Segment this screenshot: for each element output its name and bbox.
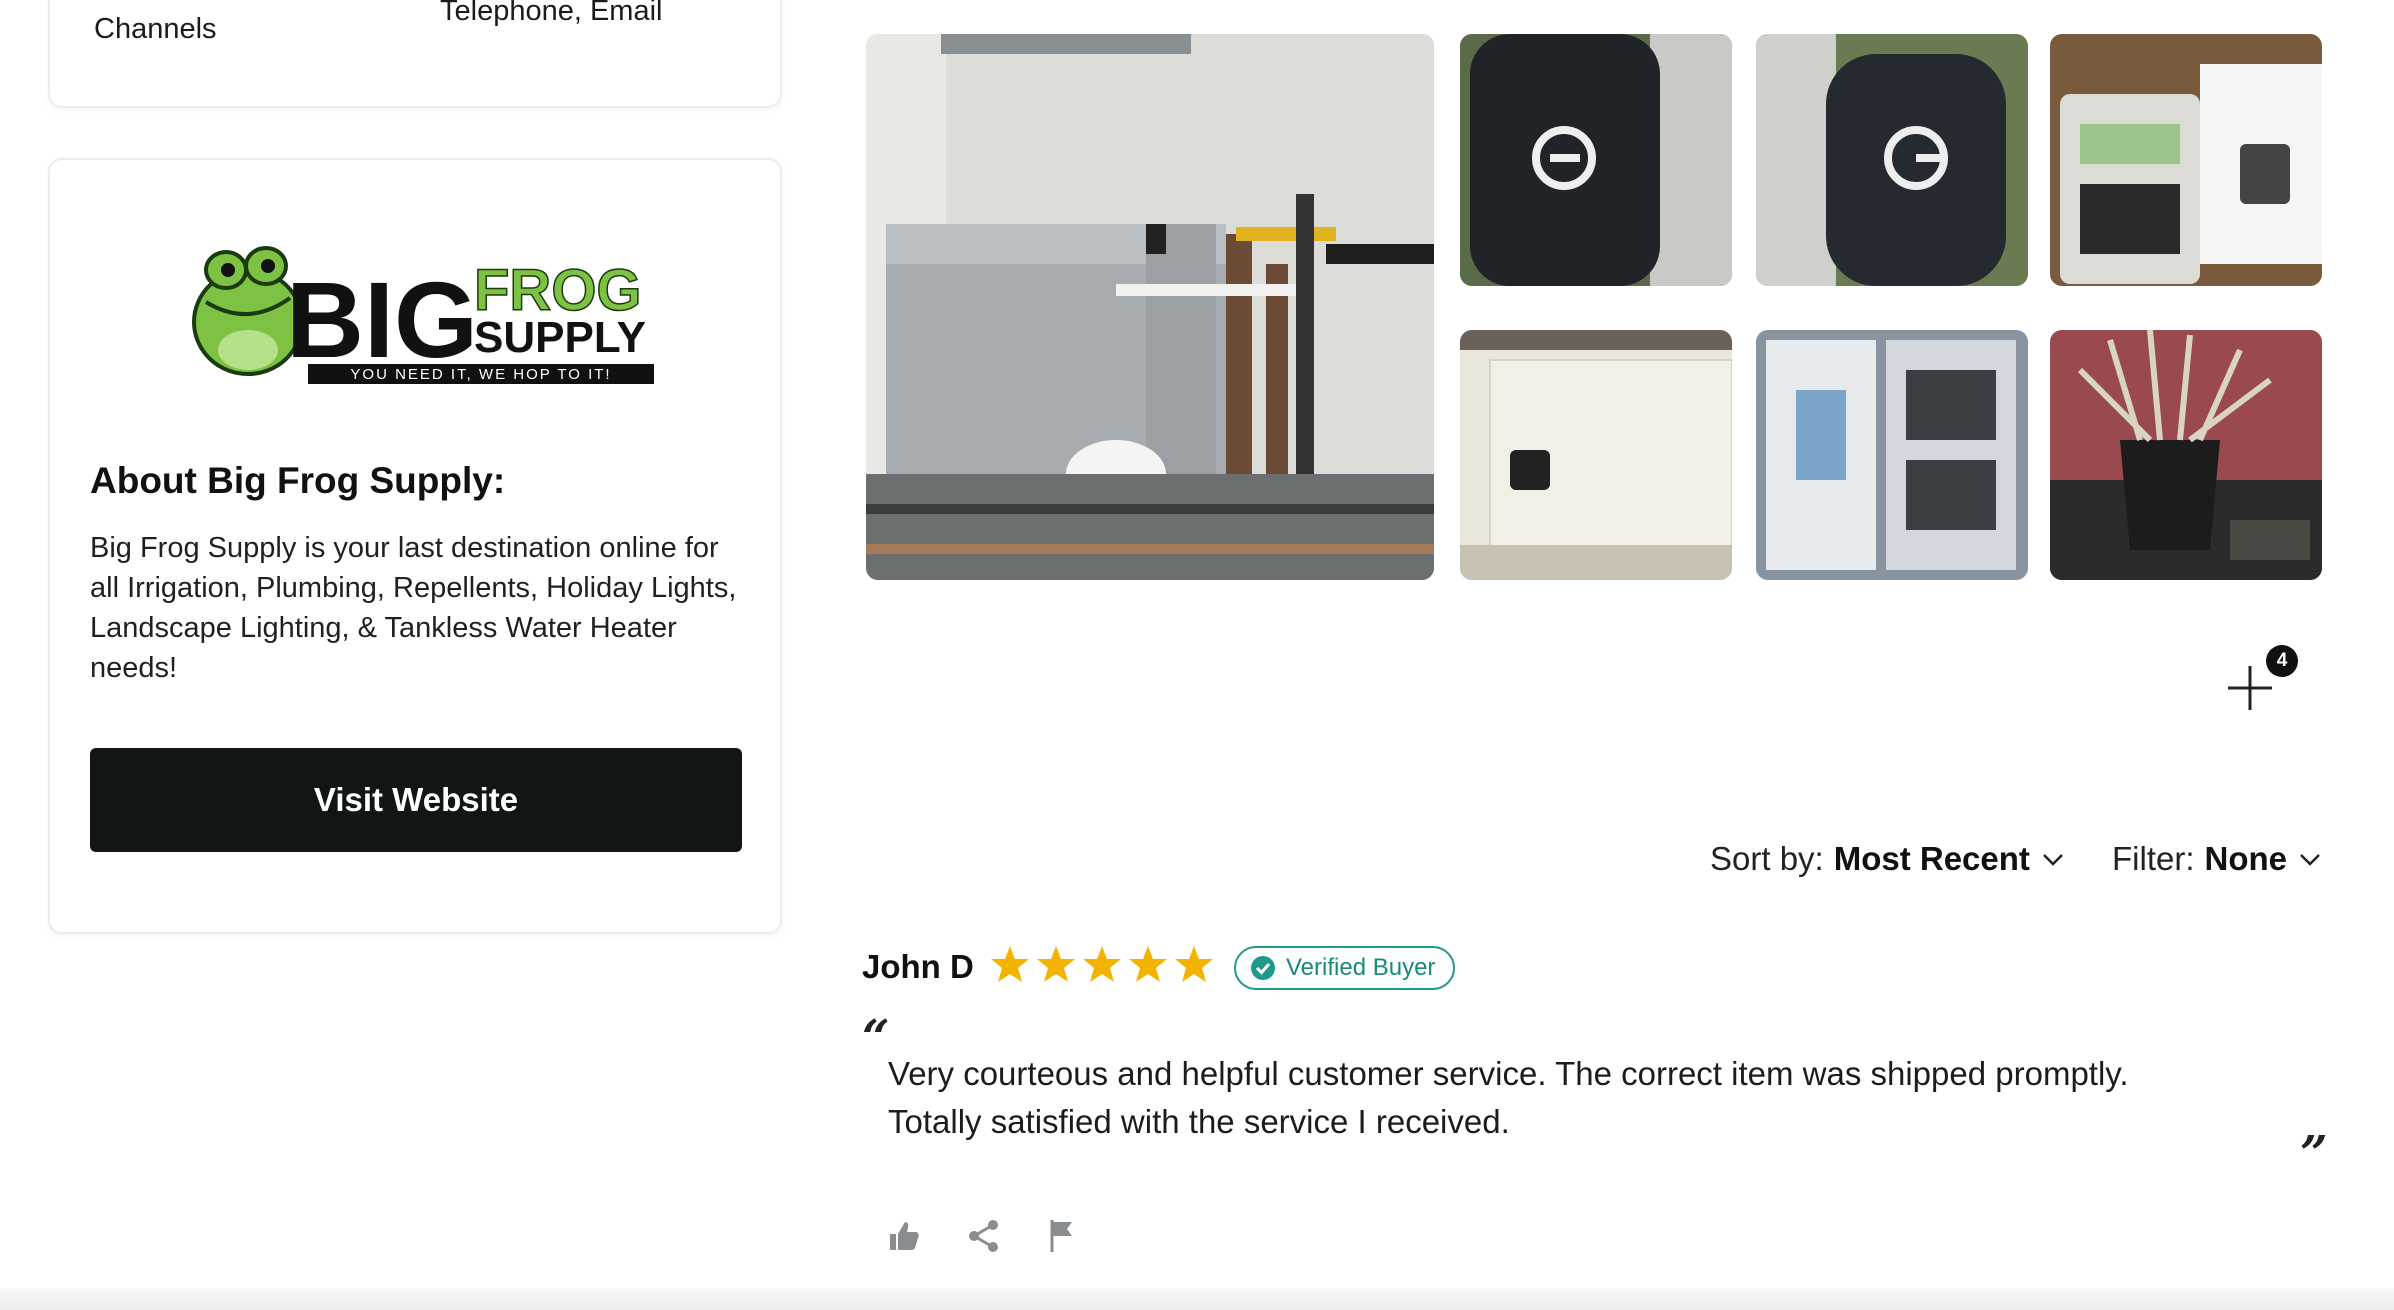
contact-card: Channels Telephone, Email xyxy=(48,0,782,108)
review-photo-brush-holder[interactable] xyxy=(2050,330,2322,580)
verified-buyer-label: Verified Buyer xyxy=(1286,954,1436,981)
review-body: Very courteous and helpful customer serv… xyxy=(888,1055,2129,1140)
star-icon xyxy=(1175,946,1213,982)
big-frog-supply-logo: BIG FROG SUPPLY YOU NEED IT, WE HOP TO I… xyxy=(192,246,654,384)
about-title: About Big Frog Supply: xyxy=(90,460,506,501)
star-icon xyxy=(1037,946,1075,982)
page-footer-shadow xyxy=(0,1288,2394,1310)
star-icon xyxy=(1129,946,1167,982)
star-icon xyxy=(1083,946,1121,982)
contact-channels-label: Channels xyxy=(94,13,217,45)
thumbs-up-icon[interactable] xyxy=(884,1216,924,1256)
review-photo-controller-panel[interactable] xyxy=(1756,330,2028,580)
more-photos-count-badge: 4 xyxy=(2266,645,2298,677)
about-description: Big Frog Supply is your last destination… xyxy=(90,532,737,684)
review-photo-water-heater[interactable] xyxy=(866,34,1434,580)
review-photo-irrigation-controller[interactable] xyxy=(2050,34,2322,286)
about-card: BIG FROG SUPPLY YOU NEED IT, WE HOP TO I… xyxy=(48,158,782,934)
visit-website-button[interactable]: Visit Website xyxy=(90,748,742,852)
filter-label: Filter: xyxy=(2112,840,2195,877)
flag-icon[interactable] xyxy=(1042,1216,1082,1256)
logo-supply: SUPPLY xyxy=(474,313,646,362)
sort-dropdown[interactable]: Sort by: Most Recent xyxy=(1710,840,2066,878)
logo-big: BIG xyxy=(286,259,478,380)
close-quote-mark: ” xyxy=(2300,1126,2328,1182)
share-icon[interactable] xyxy=(964,1216,1004,1256)
review-photo-wall-device[interactable] xyxy=(1460,330,1732,580)
filter-value: None xyxy=(2204,840,2288,877)
open-quote-mark: “ xyxy=(862,1010,890,1066)
logo-tagline: YOU NEED IT, WE HOP TO IT! xyxy=(350,366,611,383)
verified-check-icon xyxy=(1251,956,1275,980)
review-photo-grill-cover-1[interactable] xyxy=(1460,34,1732,286)
reviewer-name: John D xyxy=(862,948,974,985)
star-icon xyxy=(991,946,1029,982)
contact-channels-value: Telephone, Email xyxy=(440,0,663,27)
sort-value: Most Recent xyxy=(1833,840,2030,877)
sort-label: Sort by: xyxy=(1710,840,1824,877)
filter-dropdown[interactable]: Filter: None xyxy=(2112,840,2323,878)
chevron-down-icon xyxy=(2043,854,2063,866)
verified-buyer-badge: Verified Buyer xyxy=(1234,946,1456,990)
review-photo-grill-cover-2[interactable] xyxy=(1756,34,2028,286)
star-rating xyxy=(990,944,1214,984)
chevron-down-icon xyxy=(2300,854,2320,866)
